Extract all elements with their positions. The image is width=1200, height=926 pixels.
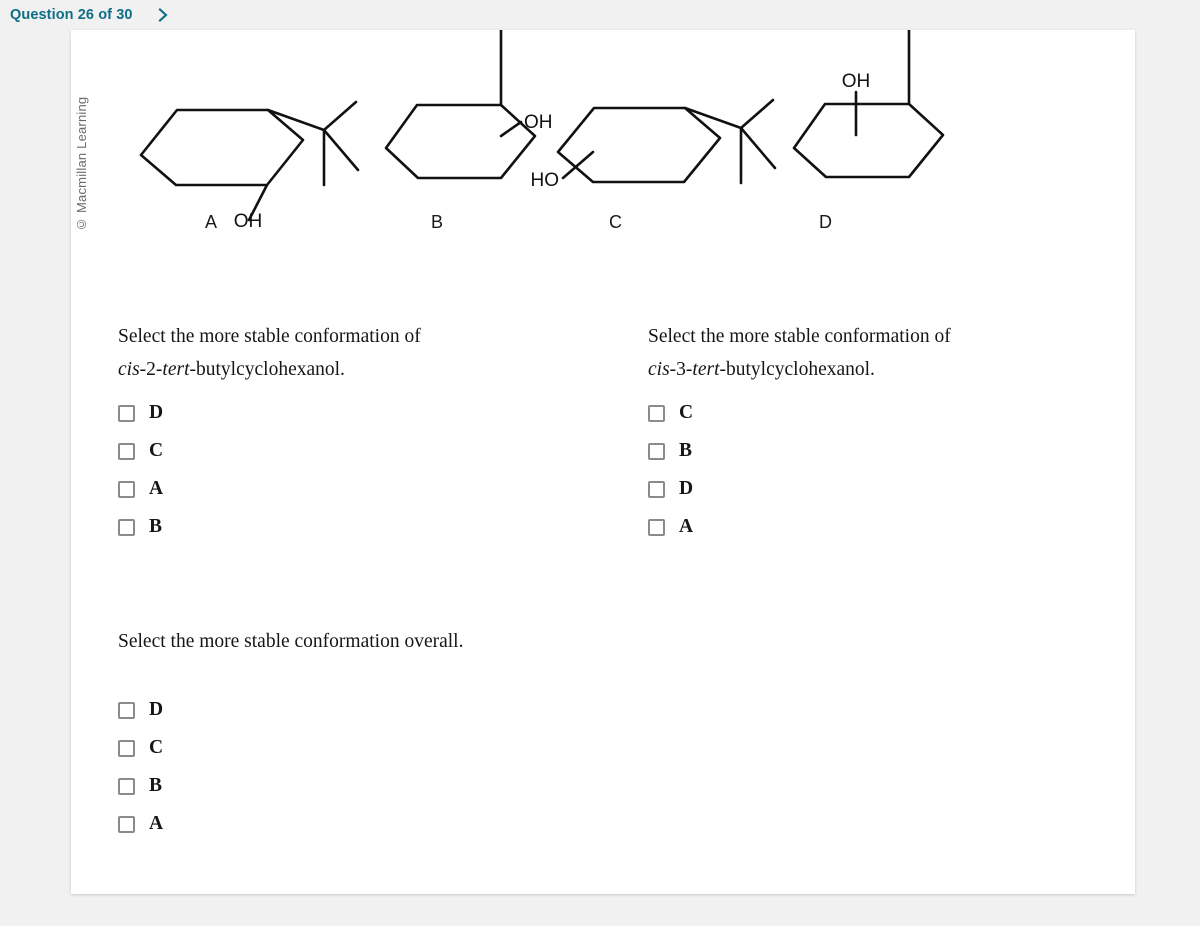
italic-term: cis xyxy=(648,359,670,380)
checkbox-c[interactable] xyxy=(118,442,135,460)
option-label: B xyxy=(149,516,163,537)
prompt-line-1: Select the more stable conformation over… xyxy=(118,631,464,652)
option-label: C xyxy=(679,402,694,423)
options-overall: DCBA xyxy=(118,691,618,843)
option-row-d[interactable]: D xyxy=(118,394,538,432)
structure-d-ring xyxy=(792,102,945,179)
checkbox-a[interactable] xyxy=(648,518,665,536)
plain-term: -butylcyclohexanol. xyxy=(189,359,345,380)
structures-panel: OH OH HO OH A B C D xyxy=(71,30,1135,245)
option-label: D xyxy=(149,699,164,720)
checkbox-b[interactable] xyxy=(118,518,135,536)
chair-structures-svg: OH OH HO OH xyxy=(139,30,945,232)
option-label: C xyxy=(149,737,164,758)
question-prompt-overall: Select the more stable conformation over… xyxy=(118,625,618,658)
prompt-line-1: Select the more stable conformation of xyxy=(648,326,951,347)
plain-term: -3- xyxy=(669,359,693,380)
option-label: A xyxy=(149,813,164,834)
option-label: B xyxy=(149,775,163,796)
option-row-a[interactable]: A xyxy=(648,508,1068,546)
structure-c-tert-butyl xyxy=(683,98,777,185)
structure-label-c: C xyxy=(609,212,622,232)
structure-b-ring xyxy=(384,103,537,180)
checkbox-c[interactable] xyxy=(648,404,665,422)
option-label: A xyxy=(679,516,694,537)
option-label: D xyxy=(149,402,164,423)
checkbox-d[interactable] xyxy=(648,480,665,498)
italic-term: cis xyxy=(118,359,140,380)
structure-label-d: D xyxy=(819,212,832,232)
option-row-b[interactable]: B xyxy=(118,508,538,546)
options-cis2: DCAB xyxy=(118,394,538,546)
structure-b-tert-butyl xyxy=(499,30,503,107)
checkbox-b[interactable] xyxy=(648,442,665,460)
structure-a-oh-label: OH xyxy=(234,211,263,232)
option-label: A xyxy=(149,478,164,499)
checkbox-b[interactable] xyxy=(118,777,135,795)
options-cis3: CBDA xyxy=(648,394,1068,546)
checkbox-d[interactable] xyxy=(118,404,135,422)
structure-d-tert-butyl xyxy=(907,30,911,106)
structure-c-ring xyxy=(556,106,722,184)
option-row-b[interactable]: B xyxy=(648,432,1068,470)
question-counter: Question 26 of 30 xyxy=(10,7,133,23)
question-prompt-cis2: Select the more stable conformation of c… xyxy=(118,320,538,386)
option-row-c[interactable]: C xyxy=(118,729,618,767)
structure-c-ho-label: HO xyxy=(531,170,560,191)
question-block-cis3: Select the more stable conformation of c… xyxy=(648,320,1068,546)
checkbox-d[interactable] xyxy=(118,701,135,719)
question-prompt-cis3: Select the more stable conformation of c… xyxy=(648,320,1068,386)
option-row-c[interactable]: C xyxy=(118,432,538,470)
page-root: Question 26 of 30 © Macmillan Learning O… xyxy=(0,0,1200,926)
plain-term: -2- xyxy=(139,359,163,380)
checkbox-a[interactable] xyxy=(118,815,135,833)
structure-a-ring xyxy=(139,108,305,187)
option-row-a[interactable]: A xyxy=(118,470,538,508)
option-row-a[interactable]: A xyxy=(118,805,618,843)
prompt-line-2: cis-2-tert-butylcyclohexanol. xyxy=(118,353,538,386)
structure-label-a: A xyxy=(205,212,218,232)
option-row-d[interactable]: D xyxy=(648,470,1068,508)
chevron-right-icon[interactable] xyxy=(153,5,173,25)
structure-c-hydroxyl-bond xyxy=(561,150,595,180)
italic-term: tert xyxy=(692,359,720,380)
option-label: C xyxy=(149,440,164,461)
structure-d-oh-label: OH xyxy=(842,71,871,92)
prompt-line-2: cis-3-tert-butylcyclohexanol. xyxy=(648,353,1068,386)
question-header: Question 26 of 30 xyxy=(0,0,1200,30)
structure-label-b: B xyxy=(431,212,444,232)
plain-term: -butylcyclohexanol. xyxy=(719,359,875,380)
option-label: B xyxy=(679,440,693,461)
question-block-overall: Select the more stable conformation over… xyxy=(118,625,618,843)
checkbox-a[interactable] xyxy=(118,480,135,498)
question-block-cis2: Select the more stable conformation of c… xyxy=(118,320,538,546)
option-row-c[interactable]: C xyxy=(648,394,1068,432)
structure-a-tert-butyl xyxy=(266,100,360,187)
structure-b-oh-label: OH xyxy=(524,112,553,133)
option-row-b[interactable]: B xyxy=(118,767,618,805)
prompt-line-1: Select the more stable conformation of xyxy=(118,326,421,347)
italic-term: tert xyxy=(162,359,190,380)
structure-b-hydroxyl-bond xyxy=(499,120,523,138)
option-row-d[interactable]: D xyxy=(118,691,618,729)
checkbox-c[interactable] xyxy=(118,739,135,757)
option-label: D xyxy=(679,478,694,499)
